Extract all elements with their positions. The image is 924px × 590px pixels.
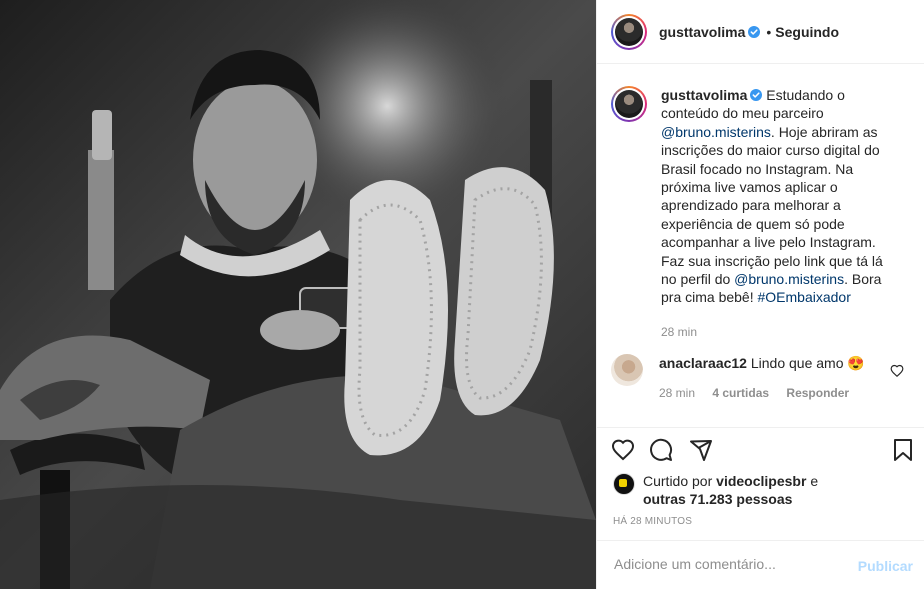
- comment-time[interactable]: 28 min: [659, 386, 695, 400]
- comment-like-icon[interactable]: [890, 364, 904, 378]
- caption-author-avatar[interactable]: [611, 86, 647, 122]
- post-photo[interactable]: [0, 0, 596, 589]
- comment-input[interactable]: [612, 555, 836, 573]
- caption-time[interactable]: 28 min: [661, 323, 897, 341]
- comment-body: anaclaraac12 Lindo que amo 😍 28 min 4 cu…: [659, 354, 865, 402]
- comment-username[interactable]: anaclaraac12: [659, 355, 747, 371]
- likes-others-count[interactable]: outras 71.283 pessoas: [643, 491, 792, 507]
- commenter-avatar[interactable]: [611, 354, 643, 386]
- caption-body-mid: . Hoje abriram as inscrições do maior cu…: [661, 123, 883, 288]
- comment-item: anaclaraac12 Lindo que amo 😍 28 min 4 cu…: [611, 354, 911, 402]
- author-username[interactable]: gusttavolima: [659, 24, 745, 40]
- like-heart-icon[interactable]: [611, 438, 635, 462]
- liker-username[interactable]: videoclipesbr: [716, 473, 806, 489]
- post-sidebar: gusttavolima • Seguindo gusttavolima Est…: [596, 0, 924, 589]
- actions-divider: [597, 427, 924, 428]
- post-image: [0, 0, 596, 589]
- follow-button[interactable]: Seguindo: [775, 24, 839, 40]
- verified-badge-icon: [748, 25, 761, 38]
- comment-bubble-icon[interactable]: [649, 438, 673, 462]
- comment-reply-button[interactable]: Responder: [786, 386, 849, 400]
- post-actions-bar: [611, 438, 915, 464]
- publish-button[interactable]: Publicar: [858, 558, 913, 574]
- post-timestamp[interactable]: HÁ 28 MINUTOS: [613, 516, 692, 527]
- likes-prefix: Curtido por: [643, 473, 713, 489]
- comment-meta: 28 min 4 curtidas Responder: [659, 384, 865, 402]
- caption-hashtag-link[interactable]: #OEmbaixador: [758, 289, 851, 305]
- post-modal: gusttavolima • Seguindo gusttavolima Est…: [0, 0, 924, 589]
- comment-text: Lindo que amo 😍: [750, 355, 865, 371]
- caption-mention-link[interactable]: @bruno.misterins: [661, 124, 771, 140]
- caption-username[interactable]: gusttavolima: [661, 87, 747, 103]
- liker-avatar[interactable]: [613, 473, 635, 495]
- post-caption: gusttavolima Estudando o conteúdo do meu…: [611, 86, 911, 341]
- add-comment-bar: Publicar: [597, 540, 924, 590]
- post-header: gusttavolima • Seguindo: [597, 0, 924, 64]
- comment-likes[interactable]: 4 curtidas: [712, 386, 769, 400]
- separator-dot: •: [766, 23, 772, 40]
- caption-mention-link-2[interactable]: @bruno.misterins: [734, 271, 844, 287]
- likes-connector: e: [810, 473, 819, 489]
- author-avatar[interactable]: [611, 13, 647, 50]
- likes-text: Curtido por videoclipesbr e outras 71.28…: [643, 472, 818, 508]
- save-bookmark-icon[interactable]: [891, 438, 915, 462]
- likes-summary: Curtido por videoclipesbr e outras 71.28…: [613, 472, 903, 508]
- share-send-icon[interactable]: [689, 438, 713, 462]
- caption-text: gusttavolima Estudando o conteúdo do meu…: [661, 86, 897, 341]
- verified-badge-icon: [750, 89, 763, 101]
